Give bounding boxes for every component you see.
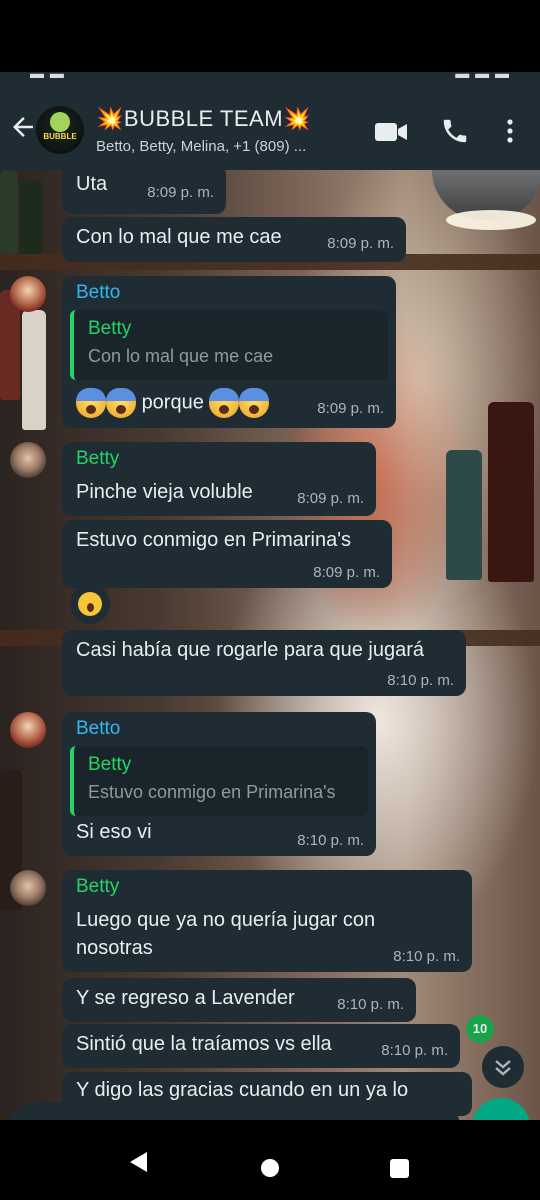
logo-mascot xyxy=(50,112,70,132)
avatar-betty[interactable] xyxy=(10,442,46,478)
message-bubble[interactable]: Betty Luego que ya no quería jugar con n… xyxy=(62,870,472,972)
message-time: 8:09 p. m. xyxy=(297,490,364,507)
unread-count-badge[interactable]: 10 xyxy=(466,1015,494,1043)
avatar-betto[interactable] xyxy=(10,276,46,312)
message-time: 8:10 p. m. xyxy=(297,832,364,849)
system-nav-bar xyxy=(0,1120,540,1200)
message-sender: Betty xyxy=(76,876,120,897)
mic-button[interactable] xyxy=(472,1098,530,1120)
back-arrow-icon[interactable] xyxy=(8,112,38,142)
message-text: Estuvo conmigo en Primarina's xyxy=(76,529,352,551)
message-bubble[interactable]: Con lo mal que me cae 8:09 p. m. xyxy=(62,217,406,262)
group-name: 💥BUBBLE TEAM💥 xyxy=(96,106,311,131)
quoted-sender: Betty xyxy=(88,318,132,339)
chat-area[interactable]: Uta 8:09 p. m. Con lo mal que me cae 8:0… xyxy=(0,170,540,1120)
message-sender: Betto xyxy=(76,282,121,303)
message-time: 8:10 p. m. xyxy=(337,996,404,1013)
scroll-to-bottom-button[interactable] xyxy=(482,1046,524,1088)
wallpaper-lamp-glow xyxy=(446,210,536,230)
message-input[interactable] xyxy=(10,1102,460,1120)
avatar-betty[interactable] xyxy=(10,870,46,906)
wallpaper-bottle xyxy=(20,180,42,254)
status-bar: ▬ ▬ ▬ ▬ ▬ xyxy=(0,72,540,84)
nav-recents-icon[interactable] xyxy=(390,1159,409,1178)
message-text: Pinche vieja voluble xyxy=(76,481,253,503)
scream-emoji-icon xyxy=(76,388,106,418)
message-text: Casi había que rogarle para que jugará xyxy=(76,639,425,661)
message-time: 8:09 p. m. xyxy=(313,564,380,581)
chat-header: BUBBLE 💥BUBBLE TEAM💥 Betto, Betty, Melin… xyxy=(0,84,540,170)
quoted-text: Con lo mal que me cae xyxy=(88,346,274,366)
message-time: 8:09 p. m. xyxy=(327,235,394,252)
message-content: porque xyxy=(76,388,270,418)
scream-emoji-icon xyxy=(209,388,240,418)
video-call-icon[interactable] xyxy=(374,120,408,144)
quoted-text: Estuvo conmigo en Primarina's xyxy=(88,782,336,802)
quoted-message[interactable]: Betty Con lo mal que me cae xyxy=(70,310,388,380)
wallpaper-bottle xyxy=(488,402,534,582)
message-text-line: Luego que ya no quería jugar con xyxy=(76,909,376,931)
message-sender: Betty xyxy=(76,448,120,469)
double-chevron-down-icon xyxy=(495,1060,511,1076)
message-time: 8:10 p. m. xyxy=(393,948,460,965)
message-text: Uta xyxy=(76,173,108,195)
status-right: ▬ ▬ ▬ xyxy=(455,72,510,81)
logo-text: BUBBLE xyxy=(43,132,77,141)
message-text: Sintió que la traíamos vs ella xyxy=(76,1033,332,1055)
group-title-area[interactable]: 💥BUBBLE TEAM💥 xyxy=(96,106,376,132)
message-text: Si eso vi xyxy=(76,821,152,843)
message-bubble[interactable]: Casi había que rogarle para que jugará 8… xyxy=(62,630,466,696)
surprised-mouth xyxy=(87,603,94,612)
wallpaper-bottle xyxy=(0,170,18,254)
scream-emoji-icon xyxy=(106,388,136,418)
quoted-message[interactable]: Betty Estuvo conmigo en Primarina's xyxy=(70,746,368,816)
message-bubble[interactable]: Betto Betty Estuvo conmigo en Primarina'… xyxy=(62,712,376,856)
message-text: Con lo mal que me cae xyxy=(76,226,282,248)
wallpaper-bottle xyxy=(22,310,46,430)
message-bubble[interactable]: Betty Pinche vieja voluble 8:09 p. m. xyxy=(62,442,376,516)
message-time: 8:09 p. m. xyxy=(147,184,214,201)
message-text: Y digo las gracias cuando en un ya lo xyxy=(76,1079,409,1101)
message-bubble[interactable]: Sintió que la traíamos vs ella 8:10 p. m… xyxy=(62,1024,460,1068)
message-bubble[interactable]: Estuvo conmigo en Primarina's 8:09 p. m. xyxy=(62,520,392,588)
quoted-sender: Betty xyxy=(88,754,132,775)
message-sender: Betto xyxy=(76,718,121,739)
scream-emoji-icon xyxy=(239,388,270,418)
message-time: 8:09 p. m. xyxy=(317,400,384,417)
avatar-betto[interactable] xyxy=(10,712,46,748)
message-text: Y se regreso a Lavender xyxy=(76,987,295,1009)
message-time: 8:10 p. m. xyxy=(387,672,454,689)
phone-call-icon[interactable] xyxy=(440,116,470,146)
more-vert-icon[interactable] xyxy=(500,116,520,146)
wallpaper-bottle xyxy=(446,450,482,580)
message-bubble[interactable]: Uta 8:09 p. m. xyxy=(62,170,226,214)
group-participants: Betto, Betty, Melina, +1 (809) ... xyxy=(96,138,307,155)
message-text-line: nosotras xyxy=(76,937,153,959)
message-text: porque xyxy=(141,391,204,414)
nav-home-icon[interactable] xyxy=(261,1159,279,1177)
nav-back-icon[interactable] xyxy=(130,1152,147,1172)
message-bubble[interactable]: Y se regreso a Lavender 8:10 p. m. xyxy=(62,978,416,1022)
message-bubble[interactable]: Betto Betty Con lo mal que me cae porque… xyxy=(62,276,396,428)
reaction-badge[interactable] xyxy=(70,584,110,624)
top-bezel xyxy=(0,0,540,72)
group-avatar[interactable]: BUBBLE xyxy=(36,106,84,154)
message-time: 8:10 p. m. xyxy=(381,1042,448,1059)
status-left: ▬ ▬ xyxy=(30,72,65,81)
